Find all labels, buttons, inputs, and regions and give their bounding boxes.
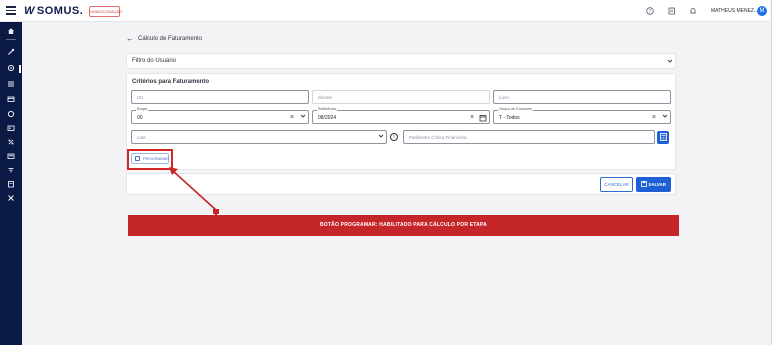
- environment-badge: HOMOLOGAÇÃO: [89, 6, 122, 17]
- sidebar-divider: [6, 39, 16, 40]
- book-placeholder: Livro: [499, 95, 509, 100]
- billing-criteria-title: Critérios para Faturamento: [132, 79, 210, 85]
- chevron-down-icon[interactable]: [378, 133, 384, 142]
- clear-icon[interactable]: ×: [290, 113, 294, 122]
- batch-select[interactable]: Lote: [131, 130, 387, 144]
- chevron-down-icon[interactable]: [667, 58, 673, 66]
- user-filter-panel[interactable]: Filtro do Usuário: [126, 53, 676, 69]
- critical-parameter-placeholder: Parâmetro Crítica Financeira: [409, 135, 467, 140]
- info-icon[interactable]: i: [390, 133, 398, 141]
- clear-icon[interactable]: ×: [470, 113, 474, 122]
- annotation-callout: BOTÃO PROGRAMAR: HABILITADO PARA CÁLCULO…: [128, 215, 679, 236]
- clear-icon[interactable]: ×: [652, 113, 656, 122]
- user-name[interactable]: MATHEUS MENEZ...: [711, 8, 758, 14]
- top-bar: W SOMUS. HOMOLOGAÇÃO ? MATHEUS MENEZ... M: [0, 0, 770, 22]
- user-filter-title: Filtro do Usuário: [132, 58, 177, 64]
- calendar-icon[interactable]: [479, 114, 487, 125]
- reference-date-input[interactable]: Referência 08/2024 ×: [312, 107, 490, 125]
- uc-input[interactable]: UC: [131, 90, 309, 104]
- consumption-group-value: T - Todos: [499, 115, 520, 121]
- consumption-group-label: Grupo de Consumo: [498, 107, 534, 112]
- card-icon[interactable]: [6, 95, 16, 105]
- chart-icon[interactable]: [6, 138, 16, 148]
- menu-icon[interactable]: [6, 6, 16, 15]
- reference-value: 08/2024: [318, 115, 337, 121]
- app-frame: W SOMUS. HOMOLOGAÇÃO ? MATHEUS MENEZ... M: [0, 0, 772, 345]
- calculator-button[interactable]: [657, 131, 669, 144]
- tools-icon[interactable]: [6, 48, 16, 58]
- critical-parameter-input[interactable]: Parâmetro Crítica Financeira: [403, 130, 655, 144]
- reference-label: Referência: [317, 107, 338, 112]
- program-button-highlight: [127, 149, 173, 170]
- wrench-icon[interactable]: [6, 194, 16, 204]
- sidebar-active-indicator: [19, 65, 21, 73]
- keyboard-icon[interactable]: [6, 152, 16, 162]
- stage-select[interactable]: Etapa 00 ×: [131, 107, 309, 124]
- report-icon[interactable]: [6, 180, 16, 190]
- gear-icon[interactable]: [6, 64, 16, 74]
- book-input[interactable]: Livro: [493, 90, 671, 104]
- id-card-icon[interactable]: [6, 124, 16, 134]
- chevron-down-icon[interactable]: [300, 113, 306, 122]
- actions-bar: [126, 173, 676, 195]
- back-arrow-icon: ←: [126, 34, 134, 43]
- stage-label: Etapa: [136, 107, 148, 112]
- back-link[interactable]: ← Cálculo de Faturamento: [126, 34, 202, 43]
- document-icon[interactable]: [668, 7, 676, 17]
- filter-icon[interactable]: [6, 166, 16, 176]
- circle-icon[interactable]: [6, 110, 16, 120]
- list-icon[interactable]: [6, 80, 16, 90]
- batch-placeholder: Lote: [137, 135, 146, 140]
- help-icon[interactable]: ?: [646, 7, 654, 17]
- consumption-group-select[interactable]: Grupo de Consumo T - Todos ×: [493, 107, 671, 124]
- stage-value: 00: [137, 115, 143, 121]
- cancel-button[interactable]: CANCELAR: [600, 177, 633, 192]
- home-icon[interactable]: [6, 27, 16, 37]
- page-title: Cálculo de Faturamento: [138, 36, 203, 42]
- save-button[interactable]: SALVAR: [636, 177, 671, 192]
- chevron-down-icon[interactable]: [662, 113, 668, 122]
- brand-logo: W SOMUS.: [24, 5, 84, 17]
- save-button-label: SALVAR: [648, 182, 667, 187]
- bell-icon[interactable]: [689, 7, 697, 17]
- client-input: Cliente: [312, 90, 490, 104]
- sidebar: [0, 22, 22, 345]
- client-placeholder: Cliente: [318, 95, 333, 100]
- user-avatar[interactable]: M: [757, 6, 767, 16]
- uc-placeholder: UC: [137, 95, 144, 100]
